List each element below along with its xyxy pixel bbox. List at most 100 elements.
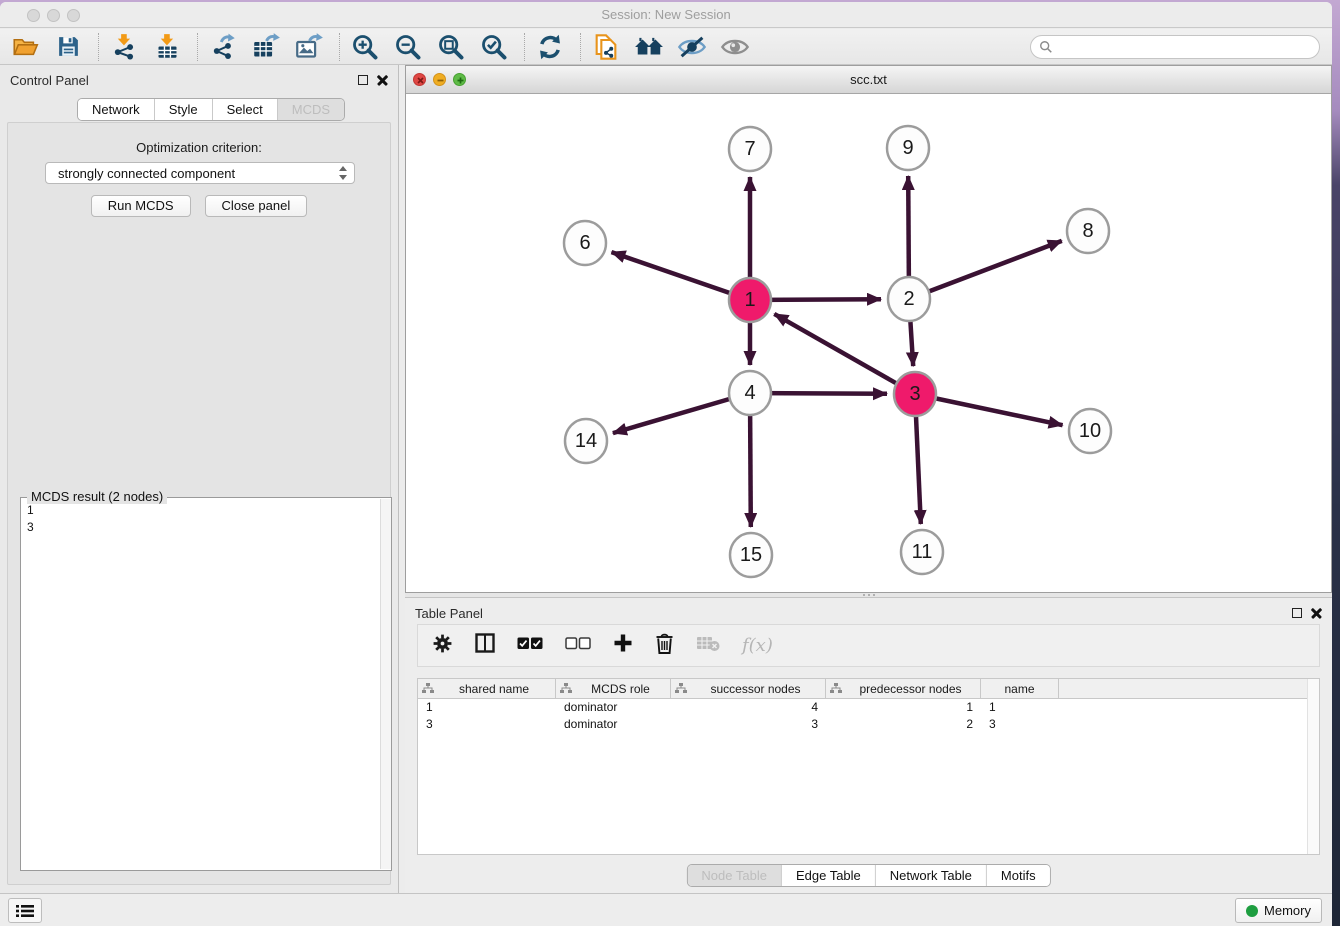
svg-text:6: 6 bbox=[579, 232, 590, 254]
toolbar-separator bbox=[98, 33, 99, 61]
close-table-panel-icon[interactable] bbox=[1311, 607, 1322, 618]
table-settings-gear-icon[interactable] bbox=[432, 633, 453, 659]
graph-node-10[interactable]: 10 bbox=[1069, 409, 1111, 453]
float-panel-icon[interactable] bbox=[358, 75, 368, 85]
tab-mcds[interactable]: MCDS bbox=[278, 99, 344, 120]
node-table: shared nameMCDS rolesuccessor nodesprede… bbox=[417, 678, 1320, 855]
svg-text:7: 7 bbox=[744, 138, 755, 160]
memory-label: Memory bbox=[1264, 903, 1311, 918]
main-toolbar bbox=[0, 29, 1332, 65]
zoom-in-icon[interactable] bbox=[350, 32, 380, 62]
cell-mcds-role: dominator bbox=[556, 699, 671, 716]
graph-node-2[interactable]: 2 bbox=[888, 277, 930, 321]
deselect-all-checkboxes-icon[interactable] bbox=[565, 637, 591, 655]
zoom-out-icon[interactable] bbox=[393, 32, 423, 62]
close-panel-icon[interactable] bbox=[377, 74, 388, 85]
graph-node-14[interactable]: 14 bbox=[565, 419, 607, 463]
edge-2-8[interactable] bbox=[909, 241, 1062, 299]
tab-network[interactable]: Network bbox=[78, 99, 155, 120]
table-tabs: Node TableEdge TableNetwork TableMotifs bbox=[686, 864, 1050, 887]
network-graph[interactable]: 7 9 6 8 1 2 4 3 14 10 15 11 bbox=[406, 94, 1331, 592]
svg-text:15: 15 bbox=[740, 544, 762, 566]
optimization-label: Optimization criterion: bbox=[8, 140, 390, 155]
cell-mcds-role: dominator bbox=[556, 716, 671, 733]
toolbar-separator bbox=[339, 33, 340, 61]
svg-text:11: 11 bbox=[912, 541, 933, 563]
import-network-icon[interactable] bbox=[109, 32, 139, 62]
edge-3-10[interactable] bbox=[915, 394, 1063, 425]
task-history-button[interactable] bbox=[8, 898, 42, 923]
tab-edge-table[interactable]: Edge Table bbox=[782, 865, 876, 886]
column-header-mcds-role[interactable]: MCDS role bbox=[556, 679, 671, 698]
table-toolbar: f(x) bbox=[417, 624, 1320, 667]
home-icon[interactable] bbox=[634, 32, 664, 62]
graph-node-15[interactable]: 15 bbox=[730, 533, 772, 577]
toolbar-separator bbox=[197, 33, 198, 61]
svg-text:3: 3 bbox=[909, 383, 920, 405]
table-body: 1dominator4113dominator323 bbox=[418, 699, 1319, 733]
show-columns-icon[interactable] bbox=[475, 633, 495, 658]
network-view-window: scc.txt 7 9 6 8 1 2 4 3 14 10 15 11 bbox=[405, 65, 1332, 593]
zoom-fit-icon[interactable] bbox=[436, 32, 466, 62]
mcds-result-text[interactable]: 13 bbox=[21, 500, 379, 870]
table-panel-title: Table Panel bbox=[415, 606, 483, 621]
column-header-successor-nodes[interactable]: successor nodes bbox=[671, 679, 826, 698]
network-window-titlebar[interactable]: scc.txt bbox=[406, 66, 1331, 94]
svg-text:9: 9 bbox=[902, 137, 913, 159]
column-header-shared-name[interactable]: shared name bbox=[418, 679, 556, 698]
run-mcds-button[interactable]: Run MCDS bbox=[91, 195, 191, 217]
delete-table-icon[interactable] bbox=[696, 635, 720, 657]
graph-node-3[interactable]: 3 bbox=[894, 372, 936, 416]
table-row[interactable]: 3dominator323 bbox=[418, 716, 1319, 733]
zoom-selected-icon[interactable] bbox=[479, 32, 509, 62]
memory-button[interactable]: Memory bbox=[1235, 898, 1322, 923]
column-header-name[interactable]: name bbox=[981, 679, 1059, 698]
graph-node-8[interactable]: 8 bbox=[1067, 209, 1109, 253]
result-scrollbar[interactable] bbox=[380, 499, 391, 869]
search-input[interactable] bbox=[1058, 40, 1319, 55]
task-list-icon bbox=[16, 904, 34, 918]
graph-node-1[interactable]: 1 bbox=[729, 278, 771, 322]
clone-network-icon[interactable] bbox=[591, 32, 621, 62]
graph-node-9[interactable]: 9 bbox=[887, 126, 929, 170]
export-table-icon[interactable] bbox=[251, 32, 281, 62]
float-table-panel-icon[interactable] bbox=[1292, 608, 1302, 618]
delete-row-trash-icon[interactable] bbox=[655, 633, 674, 659]
edge-3-1[interactable] bbox=[774, 314, 915, 394]
app-titlebar: Session: New Session bbox=[0, 2, 1332, 28]
hide-graphics-eye-icon[interactable] bbox=[677, 32, 707, 62]
add-row-plus-icon[interactable] bbox=[613, 633, 633, 658]
show-graphics-eye-icon[interactable] bbox=[720, 32, 750, 62]
toolbar-separator bbox=[580, 33, 581, 61]
table-row[interactable]: 1dominator411 bbox=[418, 699, 1319, 716]
tab-style[interactable]: Style bbox=[155, 99, 213, 120]
tab-motifs[interactable]: Motifs bbox=[987, 865, 1050, 886]
network-canvas[interactable]: 7 9 6 8 1 2 4 3 14 10 15 11 bbox=[406, 94, 1331, 592]
search-box[interactable] bbox=[1030, 35, 1320, 59]
save-session-icon[interactable] bbox=[53, 32, 83, 62]
select-all-checkboxes-icon[interactable] bbox=[517, 637, 543, 655]
table-scrollbar[interactable] bbox=[1307, 679, 1319, 854]
export-network-icon[interactable] bbox=[208, 32, 238, 62]
table-panel: Table Panel f(x) shared nameMCDS role bbox=[405, 597, 1332, 893]
svg-text:14: 14 bbox=[575, 430, 597, 452]
svg-text:1: 1 bbox=[744, 289, 755, 311]
import-table-icon[interactable] bbox=[152, 32, 182, 62]
graph-node-4[interactable]: 4 bbox=[729, 371, 771, 415]
optimization-dropdown[interactable]: strongly connected component bbox=[45, 162, 355, 184]
graph-node-11[interactable]: 11 bbox=[901, 530, 943, 574]
function-builder-icon[interactable]: f(x) bbox=[742, 635, 773, 656]
open-session-icon[interactable] bbox=[10, 32, 40, 62]
graph-node-7[interactable]: 7 bbox=[729, 127, 771, 171]
tab-network-table[interactable]: Network Table bbox=[876, 865, 987, 886]
result-line: 1 bbox=[27, 502, 373, 519]
tab-node-table[interactable]: Node Table bbox=[687, 865, 782, 886]
export-image-icon[interactable] bbox=[294, 32, 324, 62]
graph-node-6[interactable]: 6 bbox=[564, 221, 606, 265]
close-panel-button[interactable]: Close panel bbox=[205, 195, 308, 217]
result-line: 3 bbox=[27, 519, 373, 536]
column-header-predecessor-nodes[interactable]: predecessor nodes bbox=[826, 679, 981, 698]
refresh-icon[interactable] bbox=[535, 32, 565, 62]
control-panel-title: Control Panel bbox=[10, 73, 89, 88]
tab-select[interactable]: Select bbox=[213, 99, 278, 120]
